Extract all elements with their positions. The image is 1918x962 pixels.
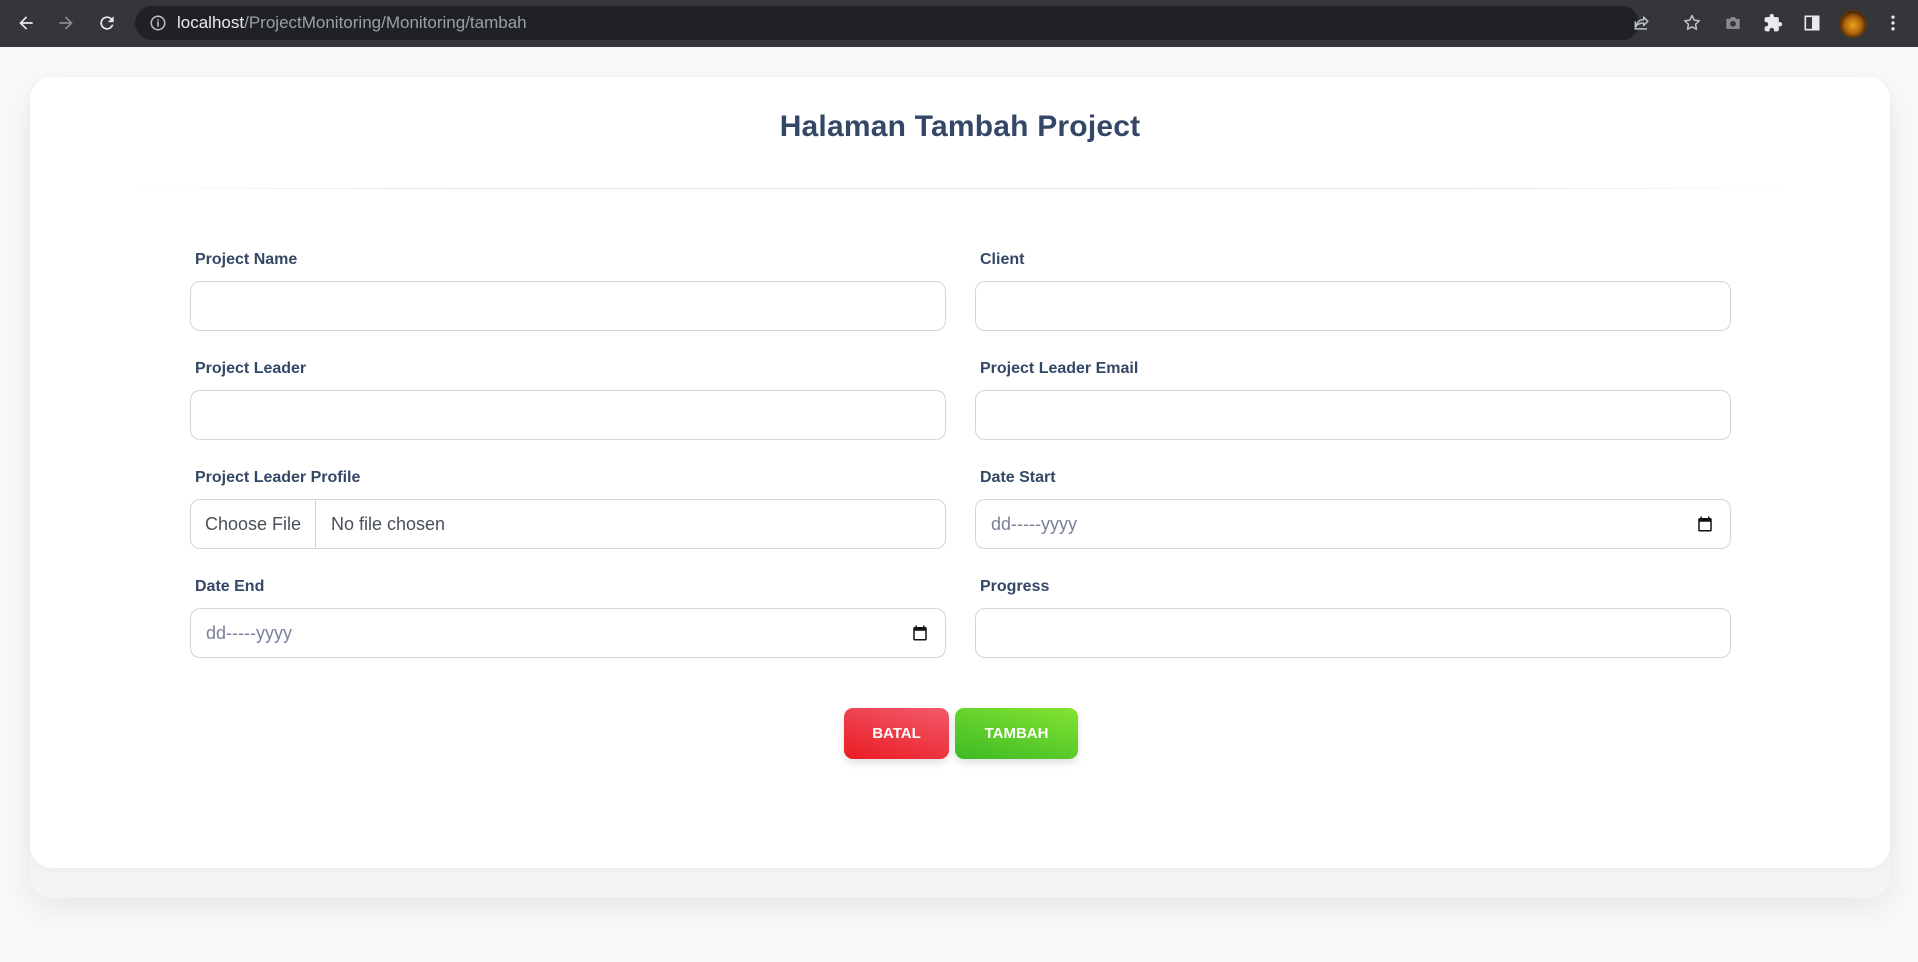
project-leader-field[interactable] bbox=[190, 390, 946, 440]
date-end-placeholder: dd-----yyyy bbox=[206, 623, 292, 643]
project-leader-input[interactable] bbox=[191, 391, 945, 439]
bookmark-star-icon[interactable] bbox=[1682, 13, 1702, 33]
project-name-field[interactable] bbox=[190, 281, 946, 331]
client-input[interactable] bbox=[976, 282, 1730, 330]
form-card: Halaman Tambah Project Project Name Clie… bbox=[30, 77, 1890, 868]
date-end-field[interactable]: dd-----yyyy bbox=[190, 608, 946, 658]
client-field[interactable] bbox=[975, 281, 1731, 331]
project-leader-email-field[interactable] bbox=[975, 390, 1731, 440]
browser-toolbar: localhost/ProjectMonitoring/Monitoring/t… bbox=[0, 0, 1918, 47]
forward-icon[interactable] bbox=[54, 11, 78, 35]
calendar-icon[interactable] bbox=[911, 624, 929, 642]
progress-label: Progress bbox=[980, 578, 1050, 595]
date-start-placeholder: dd-----yyyy bbox=[991, 514, 1077, 534]
url-text[interactable]: localhost/ProjectMonitoring/Monitoring/t… bbox=[177, 6, 527, 40]
page-title: Halaman Tambah Project bbox=[779, 110, 1141, 143]
extensions-puzzle-icon[interactable] bbox=[1761, 11, 1785, 35]
side-panel-icon[interactable] bbox=[1800, 11, 1824, 35]
tambah-button[interactable]: TAMBAH bbox=[955, 708, 1078, 759]
site-info-icon[interactable] bbox=[149, 14, 167, 32]
project-leader-profile-file-input[interactable]: Choose File No file chosen bbox=[190, 499, 946, 549]
profile-avatar[interactable] bbox=[1839, 10, 1867, 38]
reload-icon[interactable] bbox=[95, 11, 119, 35]
address-bar[interactable]: localhost/ProjectMonitoring/Monitoring/t… bbox=[135, 6, 1700, 40]
progress-field[interactable] bbox=[975, 608, 1731, 658]
camera-icon[interactable] bbox=[1721, 11, 1745, 35]
progress-input[interactable] bbox=[976, 609, 1730, 657]
project-name-input[interactable] bbox=[191, 282, 945, 330]
date-start-label: Date Start bbox=[980, 469, 1056, 486]
project-leader-profile-label: Project Leader Profile bbox=[195, 469, 361, 486]
file-status-text: No file chosen bbox=[331, 514, 446, 534]
client-label: Client bbox=[980, 251, 1025, 268]
date-end-label: Date End bbox=[195, 578, 265, 595]
url-host: localhost bbox=[177, 13, 245, 32]
choose-file-button[interactable]: Choose File bbox=[191, 500, 316, 548]
menu-kebab-icon[interactable] bbox=[1881, 11, 1905, 35]
date-start-field[interactable]: dd-----yyyy bbox=[975, 499, 1731, 549]
project-leader-label: Project Leader bbox=[195, 360, 307, 377]
calendar-icon[interactable] bbox=[1696, 515, 1714, 533]
url-path: /ProjectMonitoring/Monitoring/tambah bbox=[244, 13, 527, 32]
batal-button[interactable]: BATAL bbox=[844, 708, 949, 759]
back-icon[interactable] bbox=[14, 11, 38, 35]
project-leader-email-label: Project Leader Email bbox=[980, 360, 1139, 377]
project-leader-email-input[interactable] bbox=[976, 391, 1730, 439]
divider bbox=[115, 188, 1805, 189]
project-name-label: Project Name bbox=[195, 251, 298, 268]
share-icon[interactable] bbox=[1632, 13, 1652, 33]
